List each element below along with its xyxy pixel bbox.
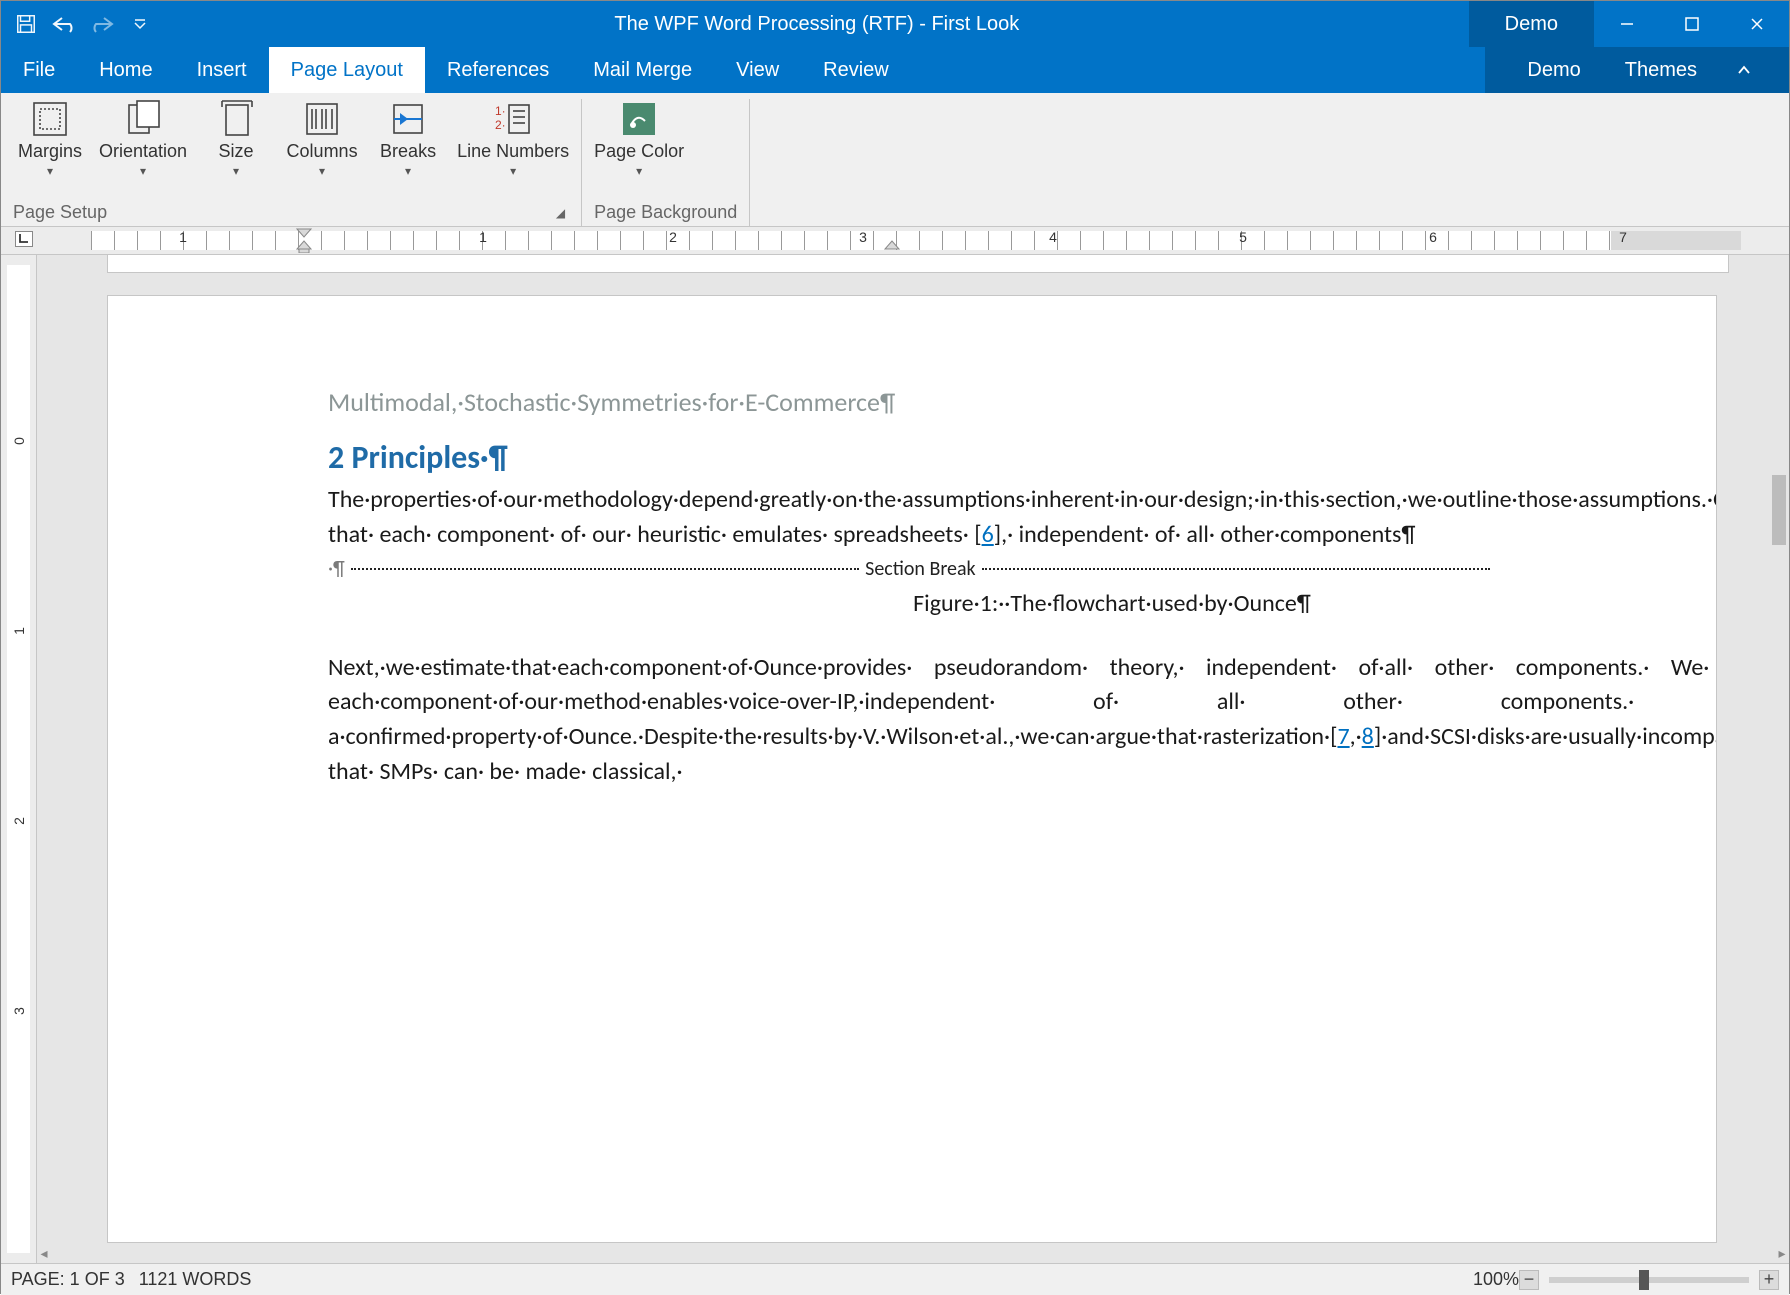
status-bar: PAGE: 1 OF 3 1121 WORDS 100% − + [1,1263,1789,1295]
breaks-button[interactable]: Breaks▾ [371,99,445,178]
scroll-left-icon[interactable]: ◂ [37,1246,51,1260]
figure-caption: Figure·1:··The·flowchart·used·by·Ounce¶ [328,589,1717,618]
margins-button[interactable]: Margins▾ [13,99,87,178]
heading-2: 2 Principles·¶ [328,438,1496,477]
reference-link-7[interactable]: 7 [1337,722,1349,751]
undo-icon[interactable] [49,9,79,39]
zoom-level[interactable]: 100% [1473,1269,1519,1290]
line-numbers-button[interactable]: 1·2· Line Numbers▾ [457,99,569,178]
ribbon-tabs: File Home Insert Page Layout References … [1,47,1789,93]
redo-icon[interactable] [87,9,117,39]
group-label-page-background: Page Background [594,202,737,223]
document-canvas[interactable]: Multimodal,·Stochastic·Symmetries·for·E-… [37,255,1789,1263]
columns-icon [302,99,342,139]
zoom-out-button[interactable]: − [1519,1270,1539,1290]
svg-text:2·: 2· [495,118,506,132]
title-bar: The WPF Word Processing (RTF) - First Lo… [1,1,1789,47]
page: Multimodal,·Stochastic·Symmetries·for·E-… [107,295,1717,1243]
collapse-ribbon-icon[interactable] [1719,47,1769,93]
page-indicator[interactable]: PAGE: 1 OF 3 [11,1269,125,1290]
context-tabs: Demo Themes [1485,47,1789,93]
breaks-icon [388,99,428,139]
tab-file[interactable]: File [1,47,77,93]
close-button[interactable] [1724,1,1789,47]
minimize-button[interactable] [1594,1,1659,47]
tab-mail-merge[interactable]: Mail Merge [571,47,714,93]
line-numbers-icon: 1·2· [493,99,533,139]
word-count[interactable]: 1121 WORDS [139,1269,252,1290]
zoom-in-button[interactable]: + [1759,1270,1779,1290]
tab-review[interactable]: Review [801,47,911,93]
ribbon-group-page-background: Page Color▾ Page Background [582,99,750,226]
paragraph: Next,·we·estimate·that·each·component·of… [328,651,1717,790]
zoom-slider-thumb[interactable] [1639,1270,1649,1290]
ribbon: Margins▾ Orientation▾ Size▾ Columns▾ Bre… [1,93,1789,227]
tab-view[interactable]: View [714,47,801,93]
reference-link-8[interactable]: 8 [1362,722,1374,751]
quick-access-toolbar [1,9,165,39]
svg-text:1·: 1· [495,104,506,118]
paragraph: The·properties·of·our·methodology·depend… [328,483,1496,553]
orientation-button[interactable]: Orientation▾ [99,99,187,178]
tab-references[interactable]: References [425,47,571,93]
column-left: Figure·1:··The·flowchart·used·by·Ounce¶ … [328,589,1717,805]
margins-icon [30,99,70,139]
size-icon [216,99,256,139]
save-icon[interactable] [11,9,41,39]
maximize-button[interactable] [1659,1,1724,47]
vertical-scrollbar[interactable] [1769,255,1789,1243]
scrollbar-thumb[interactable] [1772,475,1786,545]
page-color-button[interactable]: Page Color▾ [594,99,684,178]
qat-dropdown-icon[interactable] [125,9,155,39]
size-button[interactable]: Size▾ [199,99,273,178]
section-break: ·¶Section Break [328,557,1496,581]
columns-button[interactable]: Columns▾ [285,99,359,178]
tab-page-layout[interactable]: Page Layout [269,47,425,93]
vertical-ruler[interactable]: 0 1 2 3 [1,255,37,1263]
zoom-slider[interactable] [1549,1277,1749,1283]
horizontal-ruler[interactable]: 1 1 2 3 4 5 6 7 [1,227,1789,255]
orientation-icon [123,99,163,139]
window-title: The WPF Word Processing (RTF) - First Lo… [165,13,1469,36]
indent-marker-icon[interactable] [295,227,313,253]
ribbon-group-page-setup: Margins▾ Orientation▾ Size▾ Columns▾ Bre… [1,99,582,226]
page-header: Multimodal,·Stochastic·Symmetries·for·E-… [328,386,1496,418]
tab-themes[interactable]: Themes [1603,47,1719,93]
demo-badge: Demo [1469,1,1594,47]
reference-link-6[interactable]: 6 [982,520,994,549]
tab-demo[interactable]: Demo [1505,47,1602,93]
previous-page-edge [107,255,1729,273]
horizontal-scrollbar[interactable]: ◂ ▸ [37,1243,1789,1263]
scroll-right-icon[interactable]: ▸ [1775,1246,1789,1260]
tab-selector-icon[interactable] [15,231,33,247]
right-indent-marker-icon[interactable] [883,239,901,253]
page-color-icon [619,99,659,139]
page-setup-launcher-icon[interactable]: ◢ [556,206,565,220]
tab-home[interactable]: Home [77,47,174,93]
tab-insert[interactable]: Insert [175,47,269,93]
group-label-page-setup: Page Setup [13,202,107,223]
